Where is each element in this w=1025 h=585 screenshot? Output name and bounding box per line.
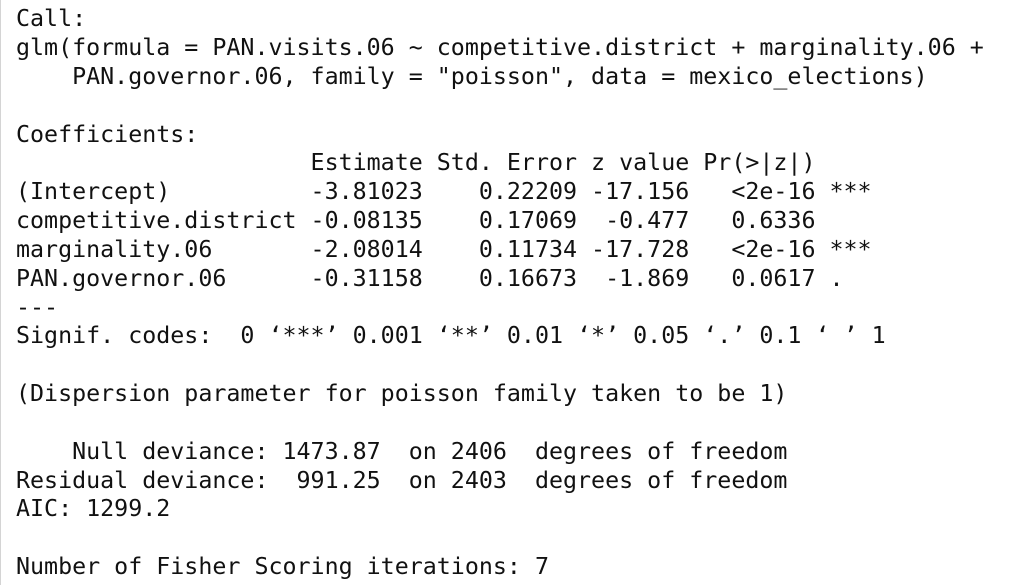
dispersion-note: (Dispersion parameter for poisson family… <box>16 380 788 407</box>
call-formula-line-2: PAN.governor.06, family = "poisson", dat… <box>16 63 928 90</box>
residual-deviance: Residual deviance: 991.25 on 2403 degree… <box>16 467 788 494</box>
null-deviance: Null deviance: 1473.87 on 2406 degrees o… <box>16 438 788 465</box>
fisher-scoring-iterations: Number of Fisher Scoring iterations: 7 <box>16 553 549 580</box>
coef-table-header: Estimate Std. Error z value Pr(>|z|) <box>16 149 872 176</box>
coef-row-marginality: marginality.06 -2.08014 0.11734 -17.728 … <box>16 236 872 263</box>
coef-row-competitive-district: competitive.district -0.08135 0.17069 -0… <box>16 207 872 234</box>
r-console-output: Call: glm(formula = PAN.visits.06 ~ comp… <box>0 0 1025 585</box>
separator-line: --- <box>16 294 59 321</box>
coefficients-header: Coefficients: <box>16 121 199 148</box>
coef-row-pan-governor: PAN.governor.06 -0.31158 0.16673 -1.869 … <box>16 265 872 292</box>
call-header: Call: <box>16 5 87 32</box>
signif-codes: Signif. codes: 0 ‘***’ 0.001 ‘**’ 0.01 ‘… <box>16 322 886 349</box>
call-formula-line-1: glm(formula = PAN.visits.06 ~ competitiv… <box>16 34 984 61</box>
aic-value: AIC: 1299.2 <box>16 495 171 522</box>
coef-row-intercept: (Intercept) -3.81023 0.22209 -17.156 <2e… <box>16 178 872 205</box>
